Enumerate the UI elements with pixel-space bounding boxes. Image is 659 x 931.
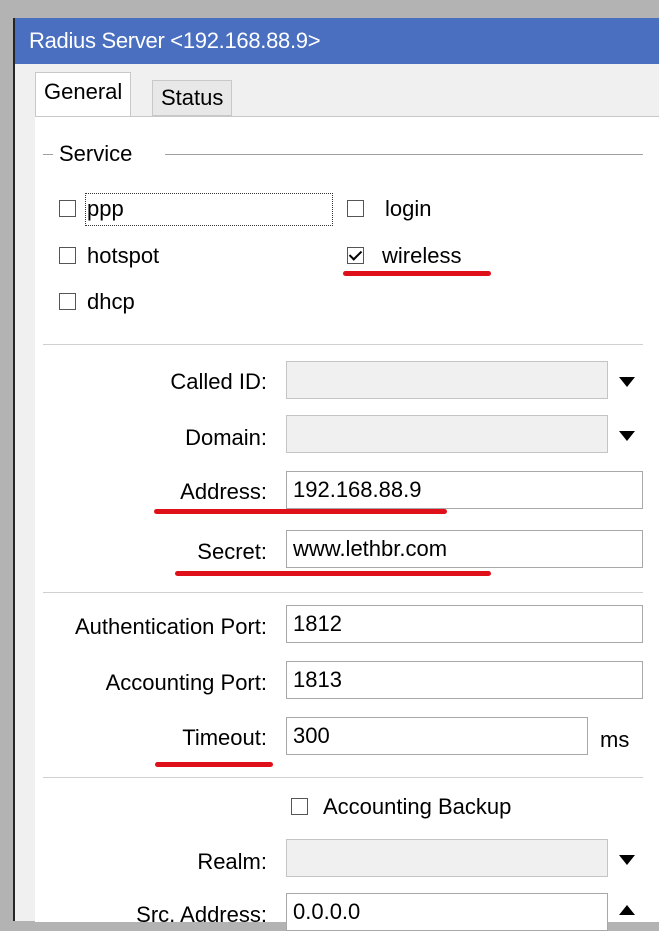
separator <box>43 344 643 345</box>
secret-field[interactable]: www.lethbr.com <box>286 530 643 568</box>
dhcp-label[interactable]: dhcp <box>87 289 135 315</box>
ppp-checkbox[interactable] <box>59 200 76 217</box>
timeout-annotation-underline <box>155 762 273 767</box>
general-panel: Service ppp login hotspot wireless dhcp … <box>35 116 659 931</box>
address-label: Address: <box>180 479 267 504</box>
accounting-backup-label[interactable]: Accounting Backup <box>323 794 511 820</box>
realm-label: Realm: <box>197 849 267 874</box>
src-address-label: Src. Address: <box>136 902 267 927</box>
called-id-label: Called ID: <box>170 369 267 394</box>
accounting-port-field[interactable]: 1813 <box>286 661 643 699</box>
wireless-checkbox[interactable] <box>347 247 364 264</box>
hotspot-label[interactable]: hotspot <box>87 243 159 269</box>
timeout-field[interactable]: 300 <box>286 717 588 755</box>
radius-server-window: Radius Server <192.168.88.9> General Sta… <box>13 18 659 931</box>
src-address-collapse-icon[interactable] <box>619 905 635 915</box>
timeout-label: Timeout: <box>182 725 267 750</box>
timeout-unit: ms <box>600 727 630 752</box>
login-label[interactable]: login <box>385 196 431 222</box>
domain-field[interactable] <box>286 415 608 453</box>
window-title[interactable]: Radius Server <192.168.88.9> <box>15 18 659 64</box>
domain-dropdown-icon[interactable] <box>619 431 635 441</box>
realm-dropdown-icon[interactable] <box>619 855 635 865</box>
separator <box>43 592 643 593</box>
authentication-port-field[interactable]: 1812 <box>286 605 643 643</box>
login-checkbox[interactable] <box>347 200 364 217</box>
secret-annotation-underline <box>175 571 491 576</box>
ppp-label[interactable]: ppp <box>87 196 124 222</box>
group-border <box>165 154 643 155</box>
address-annotation-underline <box>154 509 447 514</box>
authentication-port-label: Authentication Port: <box>74 614 267 639</box>
called-id-field[interactable] <box>286 361 608 399</box>
hotspot-checkbox[interactable] <box>59 247 76 264</box>
domain-label: Domain: <box>185 425 267 450</box>
secret-label: Secret: <box>197 539 267 564</box>
accounting-backup-checkbox[interactable] <box>291 798 308 815</box>
address-field[interactable]: 192.168.88.9 <box>286 471 643 509</box>
wireless-label[interactable]: wireless <box>382 243 461 269</box>
service-legend: Service <box>53 141 139 167</box>
src-address-field[interactable]: 0.0.0.0 <box>286 893 608 931</box>
separator <box>43 777 643 778</box>
tab-general[interactable]: General <box>35 72 132 116</box>
called-id-dropdown-icon[interactable] <box>619 377 635 387</box>
accounting-port-label: Accounting Port: <box>105 670 267 695</box>
tab-status[interactable]: Status <box>152 80 233 116</box>
dhcp-checkbox[interactable] <box>59 293 76 310</box>
wireless-annotation-underline <box>343 271 491 276</box>
realm-field[interactable] <box>286 839 608 877</box>
